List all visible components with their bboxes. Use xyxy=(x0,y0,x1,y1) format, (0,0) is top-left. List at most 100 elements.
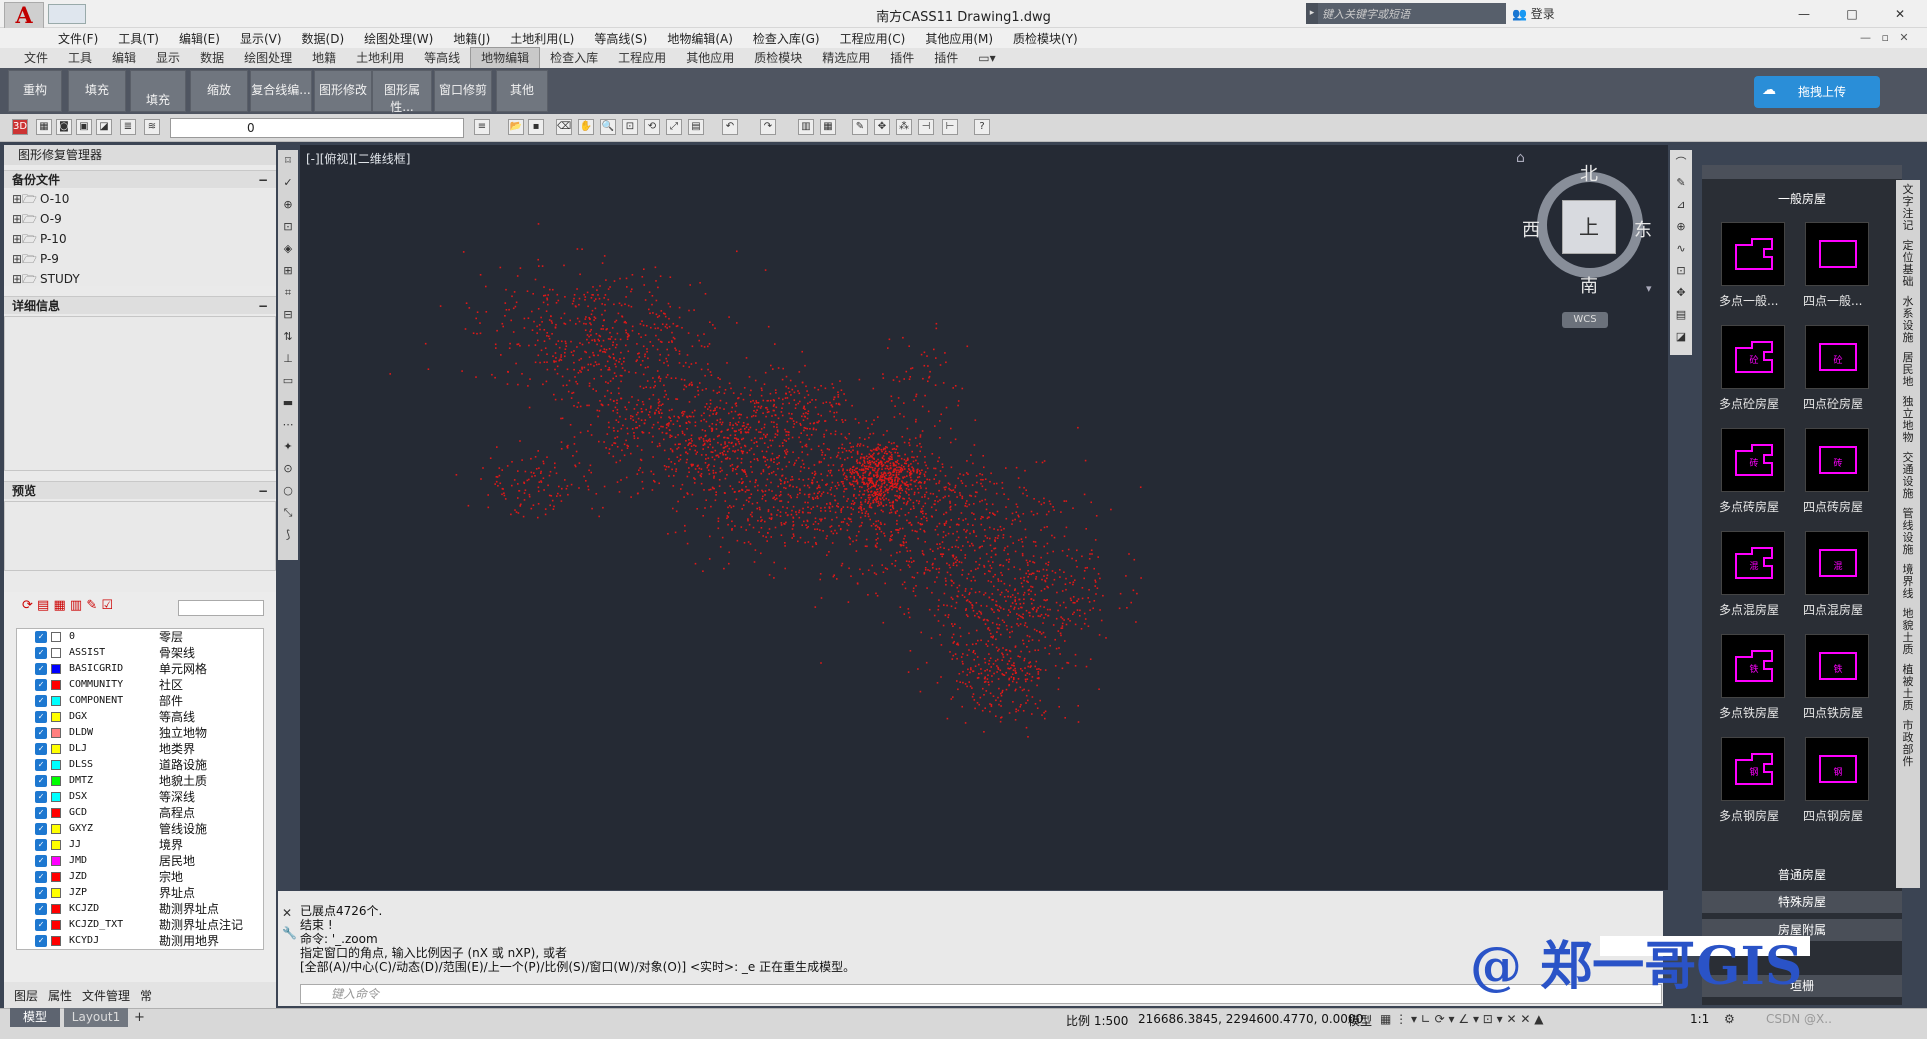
match-layer-icon[interactable]: ≡ xyxy=(474,119,490,135)
menu-landuse[interactable]: 土地利用(L) xyxy=(510,30,574,47)
draw-tool-icon[interactable]: ✦ xyxy=(280,440,296,456)
tree-item[interactable]: ⊞🗁 O-10 xyxy=(4,189,276,209)
layer-row[interactable]: ✓ JJ 境界 xyxy=(17,837,263,853)
layer-row[interactable]: ✓ COMMUNITY 社区 xyxy=(17,677,263,693)
layer-visible-checkbox[interactable]: ✓ xyxy=(35,903,47,915)
ribbon-tab-active[interactable]: 地物编辑 xyxy=(470,47,541,69)
gear-icon[interactable]: ⚙ xyxy=(1724,1012,1735,1026)
collapse-icon[interactable]: − xyxy=(258,297,268,315)
ribbon-tab[interactable]: 编辑 xyxy=(102,48,146,68)
draw-tool-icon[interactable]: ⤡ xyxy=(280,506,296,522)
properties-icon[interactable]: ▤ xyxy=(688,119,704,135)
redo-icon[interactable]: ↷ xyxy=(760,119,776,135)
layer-tool-icon[interactable]: ▦ xyxy=(53,598,65,613)
ribbon-tab[interactable]: 显示 xyxy=(146,48,190,68)
ribbon-tab[interactable]: 质检模块 xyxy=(744,48,812,68)
menu-view[interactable]: 显示(V) xyxy=(240,30,282,47)
layer-visible-checkbox[interactable]: ✓ xyxy=(35,887,47,899)
palette-tile[interactable]: 钢 xyxy=(1805,737,1869,801)
status-icons[interactable]: ▦ ⋮ ▾ ∟ ⟳ ▾ ∠ ▾ ⊡ ▾ ✕ ✕ ▲ xyxy=(1380,1012,1543,1026)
layer-visible-checkbox[interactable]: ✓ xyxy=(35,855,47,867)
menu-file[interactable]: 文件(F) xyxy=(58,30,98,47)
ribbon-tab[interactable]: 土地利用 xyxy=(346,48,414,68)
palette-side-tab[interactable]: 地貌土质 xyxy=(1900,608,1916,656)
palette-side-tab[interactable]: 文字注记 xyxy=(1900,184,1916,232)
expand-icon[interactable]: ⊞ xyxy=(12,189,22,209)
layer-row[interactable]: ✓ 0 零层 xyxy=(17,629,263,645)
open-icon[interactable]: 📂 xyxy=(508,119,524,135)
save-icon[interactable]: ▪ xyxy=(528,119,544,135)
render-icon[interactable]: ◙ xyxy=(56,119,72,135)
layer-color-swatch[interactable] xyxy=(51,840,61,850)
palette-tile[interactable]: 砼 xyxy=(1721,325,1785,389)
other-button[interactable]: 其他 xyxy=(496,70,548,112)
add-layout-icon[interactable]: + xyxy=(134,1010,145,1025)
layer-filter-input[interactable] xyxy=(178,600,264,616)
palette-tile[interactable]: 钢 xyxy=(1721,737,1785,801)
preview-header[interactable]: 预览 − xyxy=(4,481,276,499)
command-input[interactable]: 键入命令 xyxy=(300,984,1662,1004)
draw-tool-icon[interactable]: ⟆ xyxy=(280,528,296,544)
menu-feature-edit[interactable]: 地物编辑(A) xyxy=(667,30,733,47)
ribbon-options-icon[interactable]: ▭▾ xyxy=(968,48,1005,68)
palette-tile[interactable] xyxy=(1805,222,1869,286)
group-icon[interactable]: ⁂ xyxy=(896,119,912,135)
palette-side-tab[interactable]: 水系设施 xyxy=(1900,296,1916,344)
palette-side-tab[interactable]: 居民地 xyxy=(1900,352,1916,388)
layer-row[interactable]: ✓ DGX 等高线 xyxy=(17,709,263,725)
draw-tool-icon[interactable]: ⊟ xyxy=(280,308,296,324)
layer-color-swatch[interactable] xyxy=(51,904,61,914)
maximize-button[interactable]: □ xyxy=(1828,0,1876,28)
palette-side-tab[interactable]: 境界线 xyxy=(1900,564,1916,600)
layer-row[interactable]: ✓ DLSS 道路设施 xyxy=(17,757,263,773)
wcs-menu[interactable]: WCS xyxy=(1562,312,1608,328)
draw-tool-icon[interactable]: ⊞ xyxy=(280,264,296,280)
palette-side-tab[interactable]: 交通设施 xyxy=(1900,452,1916,500)
layer-row[interactable]: ✓ DLJ 地类界 xyxy=(17,741,263,757)
palette-side-tab[interactable]: 植被土质 xyxy=(1900,664,1916,712)
ribbon-tab[interactable]: 插件 xyxy=(880,48,924,68)
layer-color-swatch[interactable] xyxy=(51,936,61,946)
zoom-previous-icon[interactable]: ⟲ xyxy=(644,119,660,135)
draw-tool-icon[interactable]: ⌗ xyxy=(280,286,296,302)
home-icon[interactable]: ⌂ xyxy=(1516,150,1525,166)
layer-row[interactable]: ✓ JZD 宗地 xyxy=(17,869,263,885)
palette-side-tab[interactable]: 定位基础 xyxy=(1900,240,1916,288)
search-input[interactable]: 键入关键字或短语 xyxy=(1318,3,1506,24)
ribbon-tab[interactable]: 精选应用 xyxy=(812,48,880,68)
undo-icon[interactable]: ↶ xyxy=(722,119,738,135)
palette-tile[interactable]: 铁 xyxy=(1721,634,1785,698)
draw-tool-icon[interactable]: ✓ xyxy=(280,176,296,192)
close-icon[interactable]: ✕ xyxy=(282,906,292,920)
layer-row[interactable]: ✓ ASSIST 骨架线 xyxy=(17,645,263,661)
collapse-icon[interactable]: − xyxy=(258,482,268,500)
tab-properties[interactable]: 属性 xyxy=(48,987,72,1004)
draw-tool-icon[interactable]: ⋯ xyxy=(280,418,296,434)
model-tab[interactable]: 模型 xyxy=(10,1008,60,1027)
menu-draw[interactable]: 绘图处理(W) xyxy=(364,30,433,47)
fill-button[interactable]: 填充 xyxy=(68,70,126,112)
layer-color-swatch[interactable] xyxy=(51,824,61,834)
layer-row[interactable]: ✓ COMPONENT 部件 xyxy=(17,693,263,709)
draw-tool-icon[interactable]: ⌑ xyxy=(280,154,296,170)
ribbon-tab[interactable]: 等高线 xyxy=(414,48,470,68)
palette-section-general[interactable]: 一般房屋 xyxy=(1702,188,1902,210)
tab-layers[interactable]: 图层 xyxy=(14,987,38,1004)
menu-contour[interactable]: 等高线(S) xyxy=(594,30,647,47)
layer-tool-icon[interactable]: ✎ xyxy=(86,598,97,613)
layer-row[interactable]: ✓ JMD 居民地 xyxy=(17,853,263,869)
draw-tool-icon[interactable]: ◈ xyxy=(280,242,296,258)
layer-color-swatch[interactable] xyxy=(51,888,61,898)
compass-north[interactable]: 北 xyxy=(1580,160,1598,186)
shape-attribute-button[interactable]: 图形属性... xyxy=(372,70,432,114)
layer-color-swatch[interactable] xyxy=(51,760,61,770)
layer-color-swatch[interactable] xyxy=(51,856,61,866)
layer-visible-checkbox[interactable]: ✓ xyxy=(35,935,47,947)
zoom-extents-icon[interactable]: ⤢ xyxy=(666,119,682,135)
layer-color-swatch[interactable] xyxy=(51,920,61,930)
compass-west[interactable]: 西 xyxy=(1522,216,1540,242)
layer-visible-checkbox[interactable]: ✓ xyxy=(35,807,47,819)
ribbon-tab[interactable]: 地籍 xyxy=(302,48,346,68)
layer-visible-checkbox[interactable]: ✓ xyxy=(35,647,47,659)
search-expand-icon[interactable]: ▸ xyxy=(1306,3,1318,24)
